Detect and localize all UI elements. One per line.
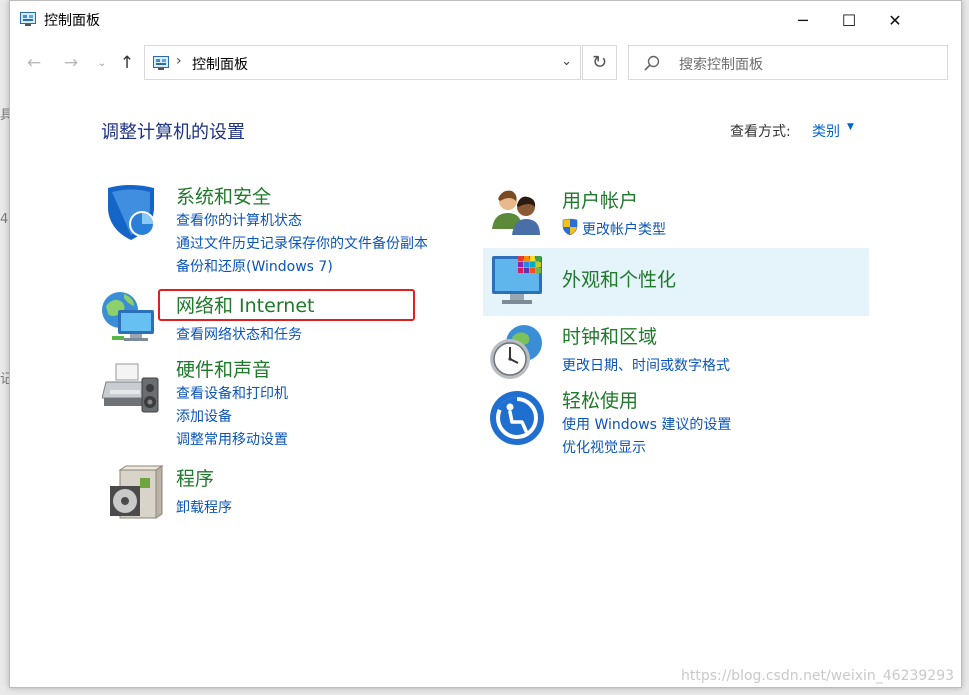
- search-box[interactable]: 搜索控制面板: [628, 45, 948, 80]
- background-fragment: 4: [0, 212, 9, 227]
- link-view-computer-status[interactable]: 查看你的计算机状态: [176, 210, 302, 230]
- control-panel-icon: [20, 12, 36, 26]
- view-by-dropdown[interactable]: 类别: [812, 121, 840, 141]
- category-title-programs[interactable]: 程序: [176, 464, 214, 491]
- link-recommended-settings[interactable]: 使用 Windows 建议的设置: [562, 414, 731, 434]
- breadcrumb-separator[interactable]: ›: [176, 53, 182, 69]
- search-icon: [644, 55, 660, 71]
- category-title-hardware-sound[interactable]: 硬件和声音: [176, 355, 271, 382]
- category-title-network-internet[interactable]: 网络和 Internet: [176, 291, 314, 318]
- category-title-clock-region[interactable]: 时钟和区域: [562, 322, 657, 349]
- uac-shield-icon: [562, 218, 578, 236]
- up-button[interactable]: ↑: [115, 50, 139, 76]
- category-title-appearance-personalization[interactable]: 外观和个性化: [562, 265, 676, 292]
- link-devices-printers[interactable]: 查看设备和打印机: [176, 383, 288, 403]
- window-title: 控制面板: [44, 13, 100, 29]
- clock-globe-icon[interactable]: [488, 323, 546, 381]
- link-file-history-backup[interactable]: 通过文件历史记录保存你的文件备份副本: [176, 233, 428, 253]
- forward-button[interactable]: →: [59, 50, 83, 76]
- link-uninstall-program[interactable]: 卸载程序: [176, 497, 232, 517]
- control-panel-icon: [153, 56, 169, 70]
- navigation-bar: ← → ⌄ ↑ › 控制面板 ⌄ ↻ 搜索控制面板: [10, 39, 961, 89]
- address-bar[interactable]: › 控制面板 ⌄: [144, 45, 581, 80]
- printer-speaker-icon[interactable]: [102, 360, 160, 418]
- control-panel-window: 控制面板 ─ ☐ ✕ ← → ⌄ ↑ › 控制面板 ⌄ ↻ 搜索控制面板 调整计…: [9, 0, 962, 688]
- watermark-text: https://blog.csdn.net/weixin_46239293: [681, 668, 955, 684]
- category-title-system-security[interactable]: 系统和安全: [176, 182, 271, 209]
- minimize-button[interactable]: ─: [780, 1, 826, 39]
- link-network-status-tasks[interactable]: 查看网络状态和任务: [176, 324, 302, 344]
- view-by-label: 查看方式:: [730, 124, 791, 140]
- shield-icon[interactable]: [102, 184, 160, 242]
- ease-of-access-icon[interactable]: [488, 389, 546, 447]
- users-icon[interactable]: [488, 185, 546, 243]
- page-heading: 调整计算机的设置: [101, 122, 245, 143]
- network-globe-icon[interactable]: [100, 288, 158, 346]
- back-button[interactable]: ←: [22, 50, 46, 76]
- link-add-device[interactable]: 添加设备: [176, 406, 232, 426]
- refresh-button[interactable]: ↻: [582, 45, 617, 80]
- search-placeholder: 搜索控制面板: [679, 57, 763, 73]
- link-change-account-type[interactable]: 更改帐户类型: [582, 219, 666, 239]
- title-bar: 控制面板 ─ ☐ ✕: [10, 1, 961, 39]
- recent-locations-button[interactable]: ⌄: [90, 50, 114, 76]
- link-backup-restore[interactable]: 备份和还原(Windows 7): [176, 256, 333, 276]
- address-dropdown-button[interactable]: ⌄: [561, 54, 572, 69]
- breadcrumb-control-panel[interactable]: 控制面板: [192, 54, 248, 74]
- link-optimize-visual-display[interactable]: 优化视觉显示: [562, 437, 646, 457]
- category-title-ease-of-access[interactable]: 轻松使用: [562, 386, 638, 413]
- category-title-user-accounts[interactable]: 用户帐户: [562, 186, 638, 213]
- maximize-button[interactable]: ☐: [826, 1, 872, 39]
- link-date-time-number-format[interactable]: 更改日期、时间或数字格式: [562, 355, 730, 375]
- close-button[interactable]: ✕: [872, 1, 918, 39]
- programs-disk-icon[interactable]: [106, 464, 164, 522]
- monitor-palette-icon[interactable]: [488, 252, 546, 310]
- link-mobility-settings[interactable]: 调整常用移动设置: [176, 429, 288, 449]
- view-by-caret-icon[interactable]: ▼: [847, 122, 854, 132]
